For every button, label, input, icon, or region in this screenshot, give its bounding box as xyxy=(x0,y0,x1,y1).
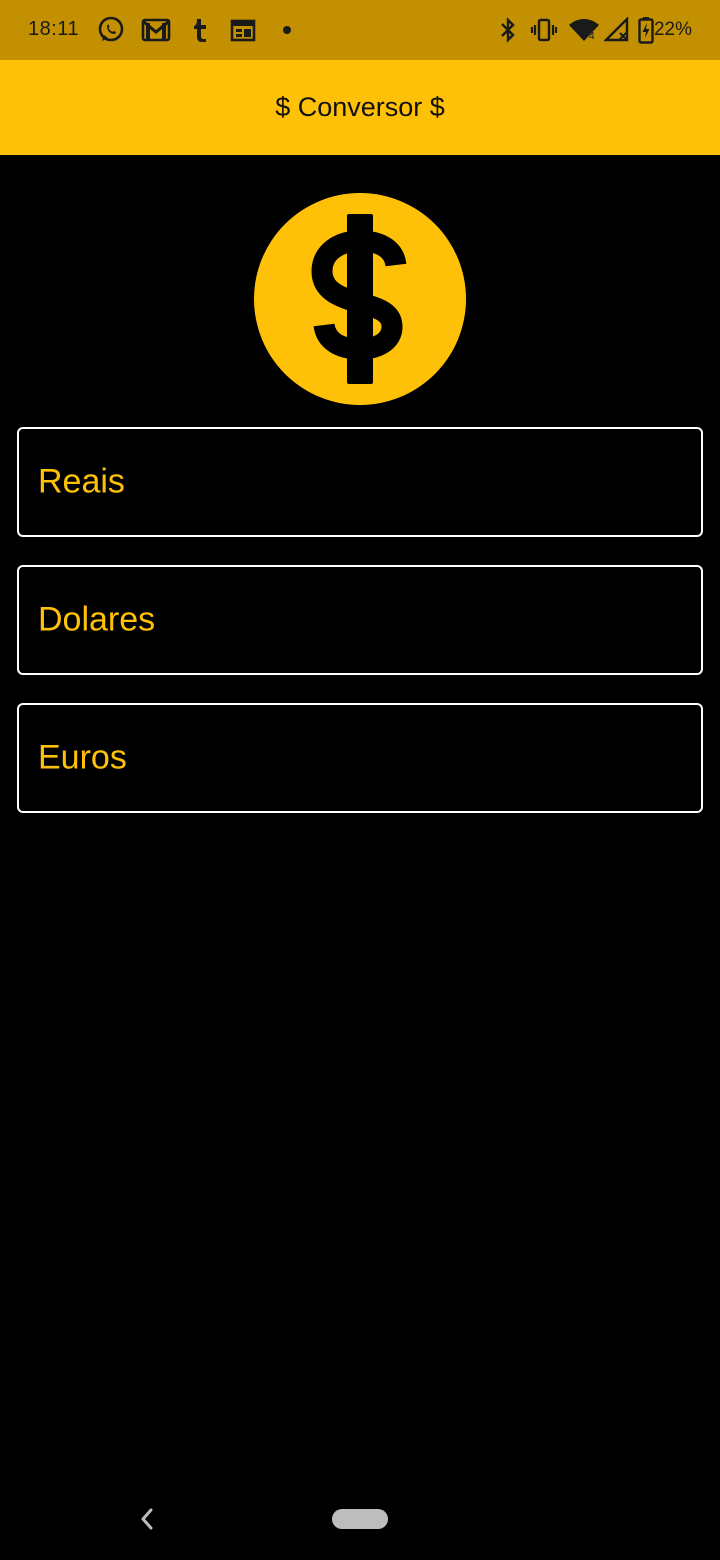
dollar-coin-icon xyxy=(254,193,466,405)
app-title: $ Conversor $ xyxy=(275,92,445,122)
status-time: 18:11 xyxy=(28,18,80,40)
app-bar: $ Conversor $ xyxy=(0,60,720,155)
home-pill[interactable] xyxy=(332,1509,388,1529)
status-bar: 18:11 4 22% xyxy=(0,0,720,60)
dot-icon xyxy=(280,16,294,44)
calendar-icon xyxy=(229,16,257,44)
whatsapp-icon xyxy=(97,16,125,44)
battery-percent: 22% xyxy=(653,19,692,40)
reais-label: Reais xyxy=(38,462,125,501)
battery-charging-icon xyxy=(638,16,654,44)
svg-text:4: 4 xyxy=(589,31,595,42)
vibrate-icon xyxy=(530,16,558,44)
converter-screen: 18:11 4 22% $ Conversor $ Reais Dolares … xyxy=(0,0,720,1560)
gmail-icon xyxy=(141,16,171,44)
wifi-icon: 4 xyxy=(568,16,600,44)
reais-input[interactable]: Reais xyxy=(17,427,703,537)
signal-icon xyxy=(604,16,630,44)
tumblr-icon xyxy=(188,16,210,44)
dolares-label: Dolares xyxy=(38,600,156,639)
euros-label: Euros xyxy=(38,738,127,777)
back-icon[interactable] xyxy=(134,1504,160,1534)
dolares-input[interactable]: Dolares xyxy=(17,565,703,675)
euros-input[interactable]: Euros xyxy=(17,703,703,813)
bluetooth-icon xyxy=(498,16,518,44)
